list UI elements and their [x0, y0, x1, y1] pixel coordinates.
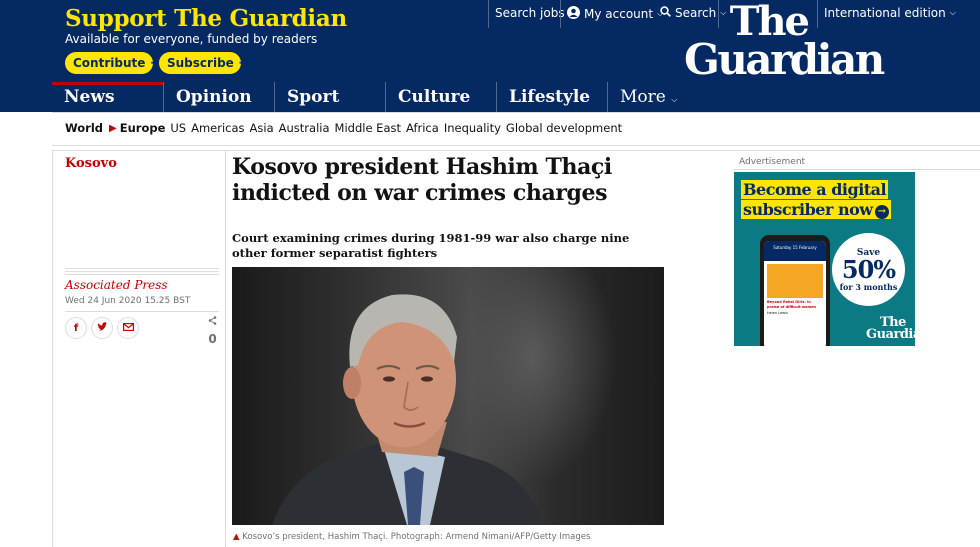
- my-account-label: My account: [584, 7, 654, 21]
- article-photo: [232, 267, 664, 525]
- my-account-link[interactable]: My account ⌵: [567, 6, 663, 22]
- divider: [65, 311, 219, 312]
- section-tag[interactable]: Kosovo: [65, 156, 117, 171]
- subscribe-button[interactable]: Subscribe →: [159, 52, 251, 74]
- nav-label: Lifestyle: [509, 87, 591, 107]
- ad-headline-line-2: subscriber now →: [741, 200, 891, 219]
- ad-logo-line-2: Guardian: [866, 327, 915, 342]
- subnav-item-asia[interactable]: Asia: [250, 121, 274, 135]
- subnav-item-global-development[interactable]: Global development: [506, 121, 622, 135]
- save-duration: for 3 months: [839, 282, 898, 292]
- subnav-item-americas[interactable]: Americas: [191, 121, 244, 135]
- main-nav: News Opinion Sport Culture Lifestyle Mor…: [52, 82, 718, 112]
- phone-screen: Saturday 15 February Beyond Rebel Girls:…: [764, 241, 826, 346]
- divider: [52, 151, 53, 547]
- facebook-icon: f: [73, 322, 79, 334]
- save-percent: 50%: [841, 255, 896, 284]
- masthead: Support The Guardian Available for every…: [0, 0, 980, 112]
- logo-line-2: Guardian: [684, 34, 885, 84]
- chevron-down-icon: ⌵: [949, 8, 956, 17]
- nav-item-culture[interactable]: Culture: [385, 82, 496, 112]
- subnav-item-europe[interactable]: Europe: [120, 121, 166, 135]
- subscribe-label: Subscribe: [167, 56, 234, 70]
- contribute-button[interactable]: Contribute →: [65, 52, 162, 74]
- nav-item-sport[interactable]: Sport: [274, 82, 385, 112]
- divider: [52, 150, 980, 151]
- publish-date: Wed 24 Jun 2020 15.25 BST: [65, 296, 191, 306]
- nav-item-lifestyle[interactable]: Lifestyle: [496, 82, 607, 112]
- guardian-logo[interactable]: The Guardian: [684, 2, 894, 84]
- subnav-item-australia[interactable]: Australia: [279, 121, 330, 135]
- subscription-ad[interactable]: Become a digital subscriber now → Saturda…: [734, 172, 915, 346]
- phone-headline-text: Beyond Rebel Girls: in praise of difficu…: [767, 300, 817, 309]
- caption-text: Kosovo’s president, Hashim Thaçi. Photog…: [242, 532, 591, 542]
- share-email-button[interactable]: [117, 317, 139, 339]
- ad-headline-text: Become a digital: [743, 180, 887, 199]
- divider: [225, 151, 226, 547]
- divider: [488, 0, 489, 28]
- divider: [560, 0, 561, 28]
- save-badge: Save 50% for 3 months: [832, 233, 905, 306]
- subnav-item-middle-east[interactable]: Middle East: [335, 121, 401, 135]
- phone-date: Saturday 15 February: [764, 241, 826, 261]
- nav-label: Sport: [287, 87, 340, 107]
- phone-author: Helen Lewis: [767, 311, 788, 315]
- user-icon: [567, 6, 580, 22]
- subnav-item-inequality[interactable]: Inequality: [444, 121, 501, 135]
- phone-image: [767, 264, 823, 298]
- divider: [52, 112, 980, 113]
- article-headline: Kosovo president Hashim Thaçi indicted o…: [232, 154, 612, 206]
- triangle-up-icon: ▲: [233, 532, 240, 542]
- dotted-rule: [65, 268, 219, 276]
- nav-label: More: [620, 87, 666, 107]
- byline[interactable]: Associated Press: [65, 278, 168, 292]
- nav-item-news[interactable]: News: [52, 82, 163, 112]
- advertisement-label: Advertisement: [739, 157, 806, 167]
- nav-label: Opinion: [176, 87, 252, 107]
- share-icon: [208, 316, 217, 328]
- nav-label: Culture: [398, 87, 471, 107]
- phone-headline: Beyond Rebel Girls: in praise of difficu…: [767, 300, 823, 309]
- divider: [734, 169, 980, 170]
- subnav-item-world[interactable]: World: [65, 121, 103, 135]
- chevron-down-icon: ⌵: [671, 95, 678, 104]
- triangle-right-icon: ▶: [109, 122, 117, 134]
- arrow-right-icon: →: [874, 205, 889, 219]
- arrow-right-icon: →: [238, 55, 251, 71]
- share-count-number: 0: [208, 332, 217, 346]
- share-count: 0: [208, 316, 217, 347]
- support-subtitle: Available for everyone, funded by reader…: [65, 32, 318, 46]
- contribute-label: Contribute: [73, 56, 146, 70]
- search-icon: [660, 6, 671, 20]
- nav-item-more[interactable]: More ⌵: [607, 82, 718, 112]
- subnav-item-africa[interactable]: Africa: [406, 121, 439, 135]
- search-jobs-label: Search jobs: [495, 6, 565, 20]
- phone-mockup: Saturday 15 February Beyond Rebel Girls:…: [760, 235, 830, 346]
- nav-item-opinion[interactable]: Opinion: [163, 82, 274, 112]
- nav-label: News: [64, 87, 115, 107]
- photo-caption: ▲ Kosovo’s president, Hashim Thaçi. Phot…: [233, 532, 590, 542]
- subnav-item-us[interactable]: US: [170, 121, 186, 135]
- share-twitter-button[interactable]: [91, 317, 113, 339]
- ad-headline-line-1: Become a digital: [741, 180, 889, 199]
- twitter-icon: [97, 321, 108, 335]
- search-jobs-link[interactable]: Search jobs: [495, 6, 565, 20]
- share-facebook-button[interactable]: f: [65, 317, 87, 339]
- divider: [52, 145, 980, 146]
- ad-headline-text: subscriber now: [743, 200, 873, 219]
- email-icon: [122, 322, 134, 334]
- support-title: Support The Guardian: [65, 5, 347, 32]
- article-standfirst: Court examining crimes during 1981-99 wa…: [232, 231, 630, 260]
- subnav: World ▶ Europe US Americas Asia Australi…: [65, 121, 622, 135]
- ad-guardian-logo: The Guardian: [866, 316, 915, 342]
